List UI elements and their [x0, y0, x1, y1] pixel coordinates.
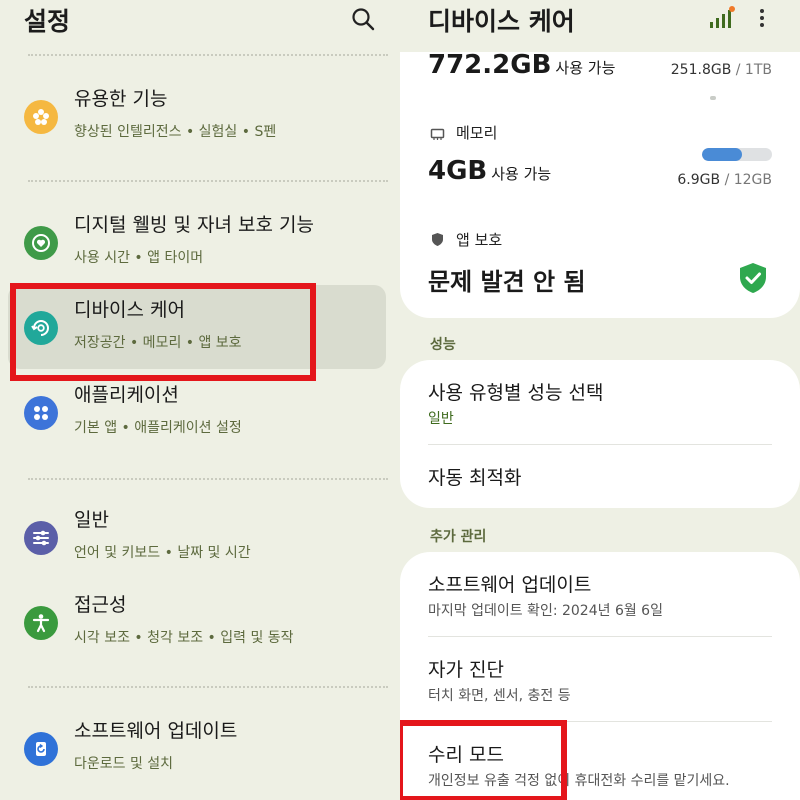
settings-item-title: 일반	[74, 509, 109, 531]
auto-optimize-item[interactable]: 자동 최적화	[400, 445, 800, 508]
row-title: 사용 유형별 성능 선택	[428, 382, 604, 404]
settings-title: 설정	[24, 7, 71, 36]
settings-item-subtitle: 시각 보조 • 청각 보조 • 입력 및 동작	[74, 630, 294, 646]
settings-item-general[interactable]: 일반 언어 및 키보드 • 날짜 및 시간	[8, 495, 386, 579]
app-protection-status[interactable]: 문제 발견 안 됨	[428, 262, 586, 297]
storage-bar-edge	[710, 96, 716, 100]
row-title: 소프트웨어 업데이트	[428, 574, 592, 596]
settings-item-title: 접근성	[74, 594, 127, 616]
settings-item-software-update[interactable]: 소프트웨어 업데이트 다운로드 및 설치	[8, 706, 386, 790]
performance-signal-icon[interactable]	[708, 6, 736, 30]
divider	[28, 478, 388, 480]
highlight-box-repair-mode	[400, 720, 567, 800]
device-care-title: 디바이스 케어	[428, 7, 575, 36]
highlight-box-device-care	[10, 283, 316, 381]
device-care-pane: 디바이스 케어 772.2GB 사용 가능 251.8GB / 1TB 메모리 4…	[400, 0, 800, 800]
shield-check-icon	[740, 263, 766, 293]
performance-card: 사용 유형별 성능 선택 일반 자동 최적화	[400, 360, 800, 508]
divider	[28, 180, 388, 182]
bulb-icon	[24, 100, 58, 134]
settings-item-title: 유용한 기능	[74, 88, 168, 110]
more-options-icon[interactable]	[750, 4, 774, 32]
storage-available[interactable]: 772.2GB 사용 가능	[428, 50, 615, 80]
row-subtitle: 터치 화면, 센서, 충전 등	[428, 688, 571, 704]
self-diagnosis-item[interactable]: 자가 진단 터치 화면, 센서, 충전 등	[400, 637, 800, 721]
app-protection-label: 앱 보호	[456, 231, 503, 249]
performance-mode-item[interactable]: 사용 유형별 성능 선택 일반	[400, 360, 800, 444]
section-header-performance: 성능	[430, 337, 456, 353]
heart-leaf-icon	[24, 226, 58, 260]
row-title: 자가 진단	[428, 659, 504, 681]
memory-usage-fill	[702, 148, 743, 161]
settings-item-applications[interactable]: 애플리케이션 기본 앱 • 애플리케이션 설정	[8, 370, 386, 454]
row-subtitle: 마지막 업데이트 확인: 2024년 6월 6일	[428, 603, 663, 619]
shield-icon	[432, 233, 443, 246]
section-header-extra: 추가 관리	[430, 529, 487, 545]
memory-available[interactable]: 4GB 사용 가능	[428, 156, 551, 186]
settings-item-subtitle: 향상된 인텔리전스 • 실험실 • S펜	[74, 124, 277, 140]
settings-item-digital-wellbeing[interactable]: 디지털 웰빙 및 자녀 보호 기능 사용 시간 • 앱 타이머	[8, 200, 386, 284]
software-update-item[interactable]: 소프트웨어 업데이트 마지막 업데이트 확인: 2024년 6월 6일	[400, 552, 800, 636]
divider	[28, 686, 388, 688]
memory-usage: 6.9GB / 12GB	[677, 172, 772, 188]
search-icon[interactable]	[350, 6, 376, 32]
status-card: 772.2GB 사용 가능 251.8GB / 1TB 메모리 4GB 사용 가능 …	[400, 50, 800, 318]
divider	[28, 54, 388, 56]
software-update-icon	[24, 732, 58, 766]
row-subtitle: 일반	[428, 411, 454, 427]
sliders-icon	[24, 521, 58, 555]
row-title: 자동 최적화	[428, 467, 522, 489]
settings-item-accessibility[interactable]: 접근성 시각 보조 • 청각 보조 • 입력 및 동작	[8, 580, 386, 664]
settings-item-subtitle: 다운로드 및 설치	[74, 756, 174, 772]
settings-item-title: 애플리케이션	[74, 384, 179, 406]
settings-item-title: 디지털 웰빙 및 자녀 보호 기능	[74, 214, 314, 236]
settings-item-useful-features[interactable]: 유용한 기능 향상된 인텔리전스 • 실험실 • S펜	[8, 74, 386, 158]
settings-item-subtitle: 기본 앱 • 애플리케이션 설정	[74, 420, 242, 436]
settings-item-subtitle: 사용 시간 • 앱 타이머	[74, 250, 204, 266]
settings-pane: 설정 유용한 기능 향상된 인텔리전스 • 실험실 • S펜 디지털 웰빙 및 …	[0, 0, 400, 800]
settings-item-title: 소프트웨어 업데이트	[74, 720, 238, 742]
apps-grid-icon	[24, 396, 58, 430]
memory-chip-icon	[430, 128, 445, 140]
accessibility-icon	[24, 606, 58, 640]
settings-item-subtitle: 언어 및 키보드 • 날짜 및 시간	[74, 545, 251, 561]
memory-label: 메모리	[456, 124, 498, 142]
storage-usage: 251.8GB / 1TB	[670, 62, 772, 78]
memory-usage-bar	[702, 148, 772, 161]
